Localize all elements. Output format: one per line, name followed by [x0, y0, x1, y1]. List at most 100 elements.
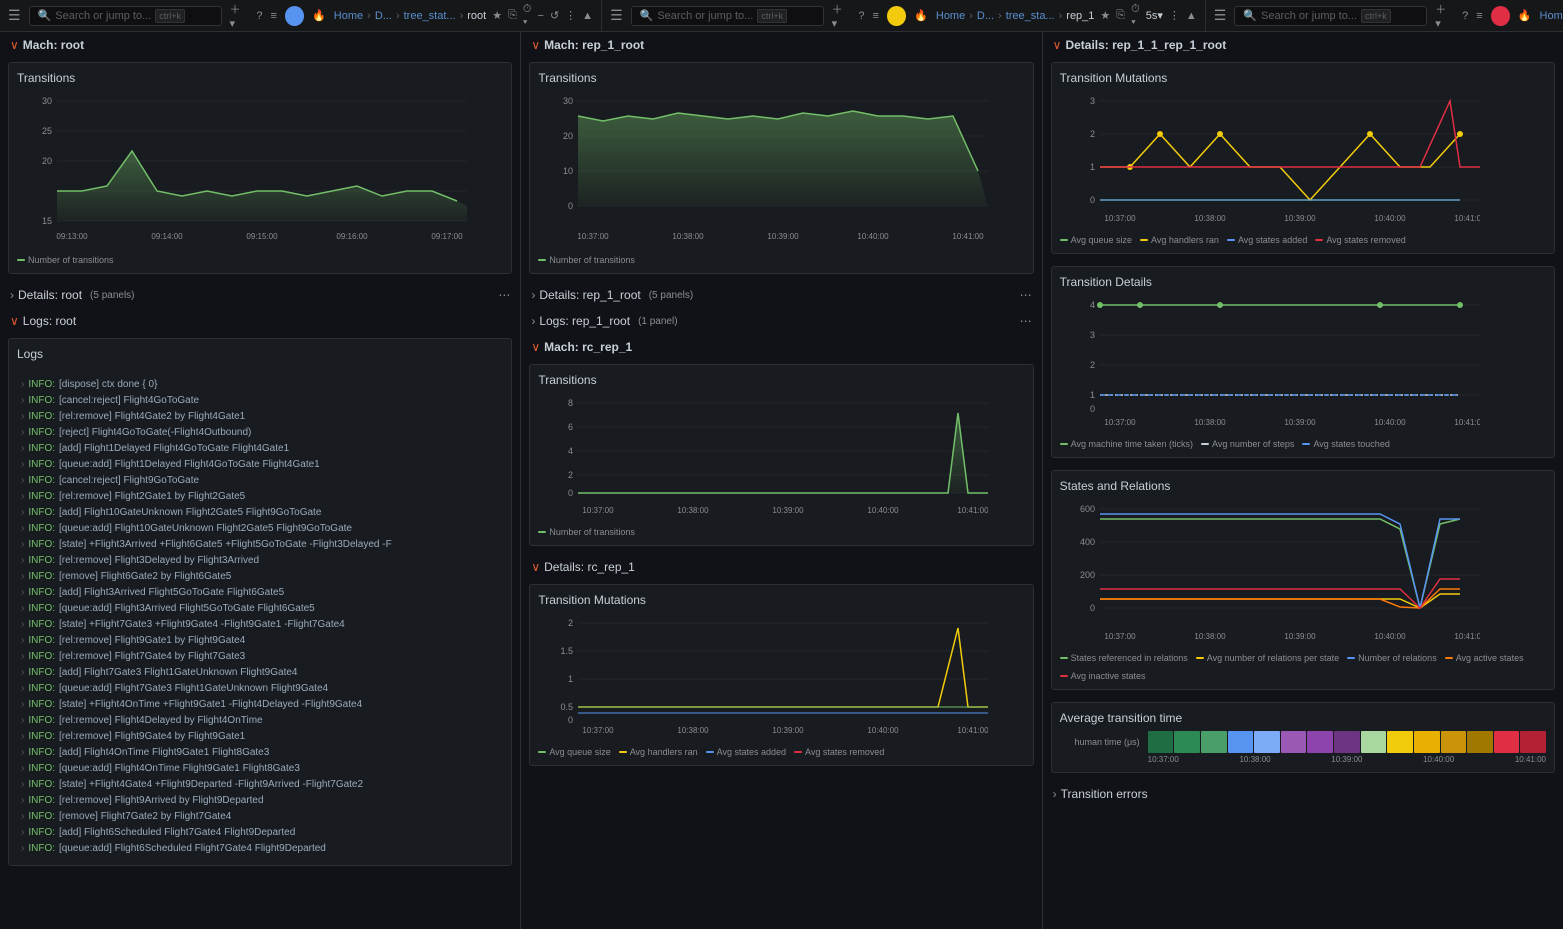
- bc-home-1[interactable]: Home: [334, 10, 363, 22]
- hamburger-icon[interactable]: ☰: [8, 7, 21, 24]
- search-kbd-1: ctrl+k: [155, 9, 185, 23]
- logs-rep1root-header[interactable]: › Logs: rep_1_root (1 panel) ⋯: [521, 308, 1041, 334]
- more-1[interactable]: ⋮: [565, 9, 576, 22]
- plus-icon-1[interactable]: ＋ ▾: [230, 1, 249, 30]
- share-icon-1[interactable]: ⎘: [508, 9, 517, 22]
- bell-icon-1[interactable]: ≡: [270, 10, 276, 22]
- log-entry-8[interactable]: ›INFO: [add] Flight10GateUnknown Flight2…: [13, 505, 507, 521]
- more-2[interactable]: ⋮: [1169, 9, 1180, 22]
- svg-text:1.5: 1.5: [561, 646, 574, 656]
- svg-text:6: 6: [568, 422, 573, 432]
- log-entry-24[interactable]: ›INFO: [queue:add] Flight4OnTime Flight9…: [13, 761, 507, 777]
- bc-tree-1[interactable]: tree_stat...: [404, 10, 456, 22]
- share-icon-2[interactable]: ⎘: [1116, 9, 1125, 22]
- svg-text:10:38:00: 10:38:00: [1194, 632, 1226, 641]
- bc-d-1[interactable]: D...: [375, 10, 392, 22]
- breadcrumb-2: Home › D... › tree_sta... › rep_1: [936, 10, 1095, 22]
- svg-text:20: 20: [42, 156, 52, 166]
- log-entry-6[interactable]: ›INFO: [cancel:reject] Flight9GoToGate: [13, 473, 507, 489]
- plus-icon-3[interactable]: ＋ ▾: [1435, 1, 1454, 30]
- att-label: human time (μs): [1060, 737, 1140, 747]
- log-entry-2[interactable]: ›INFO: [rel:remove] Flight4Gate2 by Flig…: [13, 409, 507, 425]
- details-rep11-title: Details: rep_1_1_rep_1_root: [1065, 38, 1226, 52]
- clock-icon-2[interactable]: ⏱▾: [1131, 3, 1140, 29]
- zoom-out-1[interactable]: −: [538, 10, 544, 22]
- details-root-badge: (5 panels): [90, 290, 134, 301]
- hamburger-icon-2[interactable]: ☰: [610, 7, 623, 24]
- svg-text:10:38:00: 10:38:00: [678, 506, 710, 515]
- log-entry-3[interactable]: ›INFO: [reject] Flight4GoToGate(-Flight4…: [13, 425, 507, 441]
- bell-icon-3[interactable]: ≡: [1476, 10, 1482, 22]
- log-entry-28[interactable]: ›INFO: [add] Flight6Scheduled Flight7Gat…: [13, 825, 507, 841]
- bell-icon-2[interactable]: ≡: [873, 10, 879, 22]
- avatar-3: [1491, 6, 1510, 26]
- search-box-1[interactable]: 🔍 Search or jump to... ctrl+k: [29, 6, 222, 26]
- log-entry-5[interactable]: ›INFO: [queue:add] Flight1Delayed Flight…: [13, 457, 507, 473]
- mach-rep1root-header[interactable]: ∨ Mach: rep_1_root: [521, 32, 1041, 58]
- log-entry-27[interactable]: ›INFO: [remove] Flight7Gate2 by Flight7G…: [13, 809, 507, 825]
- bc-d-2[interactable]: D...: [977, 10, 994, 22]
- log-entry-9[interactable]: ›INFO: [queue:add] Flight10GateUnknown F…: [13, 521, 507, 537]
- logs-root-header[interactable]: ∨ Logs: root: [0, 308, 520, 334]
- panel-rep1: ∨ Mach: rep_1_root Transitions: [521, 32, 1042, 929]
- svg-text:0: 0: [568, 488, 573, 498]
- log-entry-13[interactable]: ›INFO: [add] Flight3Arrived Flight5GoToG…: [13, 585, 507, 601]
- log-entry-22[interactable]: ›INFO: [rel:remove] Flight9Gate4 by Flig…: [13, 729, 507, 745]
- details-root-header[interactable]: › Details: root (5 panels) ⋯: [0, 282, 520, 308]
- plus-icon-2[interactable]: ＋ ▾: [832, 1, 851, 30]
- log-entry-10[interactable]: ›INFO: [state] +Flight3Arrived +Flight6G…: [13, 537, 507, 553]
- log-entry-4[interactable]: ›INFO: [add] Flight1Delayed Flight4GoToG…: [13, 441, 507, 457]
- interval-2[interactable]: 5s▾: [1146, 9, 1163, 22]
- log-entry-7[interactable]: ›INFO: [rel:remove] Flight2Gate1 by Flig…: [13, 489, 507, 505]
- star-icon-2[interactable]: ★: [1100, 9, 1110, 22]
- log-entry-12[interactable]: ›INFO: [remove] Flight6Gate2 by Flight6G…: [13, 569, 507, 585]
- log-entry-17[interactable]: ›INFO: [rel:remove] Flight7Gate4 by Flig…: [13, 649, 507, 665]
- transitions-title-root: Transitions: [17, 71, 503, 85]
- log-entry-0[interactable]: ›INFO: [dispose] ctx done { 0}: [13, 377, 507, 393]
- log-entry-26[interactable]: ›INFO: [rel:remove] Flight9Arrived by Fl…: [13, 793, 507, 809]
- mach-rcrep1-header[interactable]: ∨ Mach: rc_rep_1: [521, 334, 1041, 360]
- help-icon-2[interactable]: ?: [858, 10, 864, 22]
- heatmap-cell-14: [1494, 731, 1520, 753]
- log-entry-20[interactable]: ›INFO: [state] +Flight4OnTime +Flight9Ga…: [13, 697, 507, 713]
- details-root-more[interactable]: ⋯: [498, 288, 510, 302]
- clock-icon-1[interactable]: ⏱▾: [523, 3, 532, 29]
- collapse-1[interactable]: ▲: [582, 10, 593, 22]
- log-entry-25[interactable]: ›INFO: [state] +Flight4Gate4 +Flight9Dep…: [13, 777, 507, 793]
- log-entry-29[interactable]: ›INFO: [queue:add] Flight6Scheduled Flig…: [13, 841, 507, 857]
- bc-rep1-2[interactable]: rep_1: [1066, 10, 1094, 22]
- bc-home-3[interactable]: Home: [1540, 10, 1563, 22]
- star-icon-1[interactable]: ★: [492, 9, 502, 22]
- legend-transitions-rcrep1: Number of transitions: [538, 527, 635, 537]
- refresh-1[interactable]: ↺: [550, 9, 559, 22]
- log-entry-23[interactable]: ›INFO: [add] Flight4OnTime Flight9Gate1 …: [13, 745, 507, 761]
- transition-errors-header[interactable]: › Transition errors: [1043, 781, 1563, 807]
- help-icon-1[interactable]: ?: [256, 10, 262, 22]
- log-entry-15[interactable]: ›INFO: [state] +Flight7Gate3 +Flight9Gat…: [13, 617, 507, 633]
- tm-svg-rep1: 2 1.5 1 0.5 0 10:37:00 10:38:00 10:39:00…: [538, 613, 988, 743]
- collapse-2[interactable]: ▲: [1186, 10, 1197, 22]
- td-svg-rep11: 4 3 2 1 0 10:37:00: [1060, 295, 1480, 435]
- log-entry-1[interactable]: ›INFO: [cancel:reject] Flight4GoToGate: [13, 393, 507, 409]
- log-entry-14[interactable]: ›INFO: [queue:add] Flight3Arrived Flight…: [13, 601, 507, 617]
- bc-tree-2[interactable]: tree_sta...: [1006, 10, 1055, 22]
- details-rcrep1-header[interactable]: ∨ Details: rc_rep_1: [521, 554, 1041, 580]
- bc-root-1[interactable]: root: [467, 10, 486, 22]
- details-rep1root-more[interactable]: ⋯: [1020, 288, 1032, 302]
- hamburger-icon-3[interactable]: ☰: [1214, 7, 1227, 24]
- bc-home-2[interactable]: Home: [936, 10, 965, 22]
- search-box-3[interactable]: 🔍 Search or jump to... ctrl+k: [1234, 6, 1427, 26]
- log-entry-11[interactable]: ›INFO: [rel:remove] Flight3Delayed by Fl…: [13, 553, 507, 569]
- details-rep1root-header[interactable]: › Details: rep_1_root (5 panels) ⋯: [521, 282, 1041, 308]
- log-entry-21[interactable]: ›INFO: [rel:remove] Flight4Delayed by Fl…: [13, 713, 507, 729]
- log-entry-16[interactable]: ›INFO: [rel:remove] Flight9Gate1 by Flig…: [13, 633, 507, 649]
- svg-text:10:37:00: 10:37:00: [1104, 418, 1136, 427]
- help-icon-3[interactable]: ?: [1462, 10, 1468, 22]
- details-rep11-header[interactable]: ∨ Details: rep_1_1_rep_1_root: [1043, 32, 1563, 58]
- logs-rep1root-more[interactable]: ⋯: [1020, 314, 1032, 328]
- search-box-2[interactable]: 🔍 Search or jump to... ctrl+k: [631, 6, 824, 26]
- details-rcrep1-title: Details: rc_rep_1: [544, 560, 635, 574]
- mach-root-header[interactable]: ∨ Mach: root: [0, 32, 520, 58]
- log-entry-19[interactable]: ›INFO: [queue:add] Flight7Gate3 Flight1G…: [13, 681, 507, 697]
- log-entry-18[interactable]: ›INFO: [add] Flight7Gate3 Flight1GateUnk…: [13, 665, 507, 681]
